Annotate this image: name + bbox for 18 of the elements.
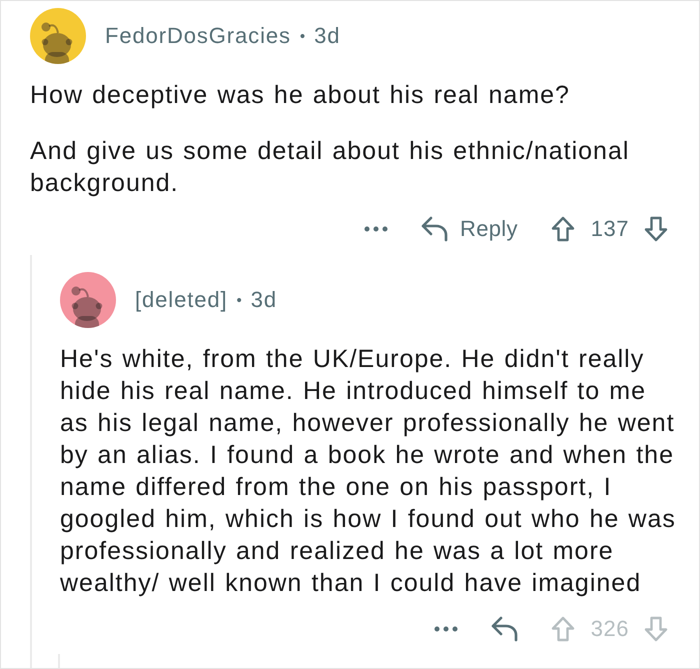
vote-score: 137: [590, 216, 629, 242]
upvote-icon[interactable]: [550, 216, 575, 242]
comment-age: 3d: [250, 287, 278, 313]
reply-button[interactable]: Reply: [421, 216, 518, 242]
more-options-icon[interactable]: [434, 626, 458, 632]
separator-dot: •: [300, 28, 306, 44]
comment-text: And give us some detail about his ethnic/national background.: [30, 136, 630, 199]
more-options-icon[interactable]: [364, 226, 388, 232]
username[interactable]: [deleted]: [135, 287, 228, 313]
downvote-icon[interactable]: [644, 216, 668, 242]
comment-text: How deceptive was he about his real name?: [30, 80, 571, 111]
separator-dot: •: [236, 292, 242, 308]
username[interactable]: FedorDosGracies: [105, 23, 291, 49]
reply-icon: [421, 216, 450, 242]
reply-icon[interactable]: [490, 616, 519, 642]
vote-score: 326: [590, 616, 629, 642]
comment-age: 3d: [314, 23, 340, 49]
comment-text: He's white, from the UK/Europe. He didn't really hide his real name. He introduced himself to me as his legal name, however professionally he went by an alias. I found a book he wrote and when the name differed from the one on his passport, I googled him, which is how I found out who he was professionally and realized he was a lot more wealthy/ well known than I could have imagined: [60, 344, 677, 599]
